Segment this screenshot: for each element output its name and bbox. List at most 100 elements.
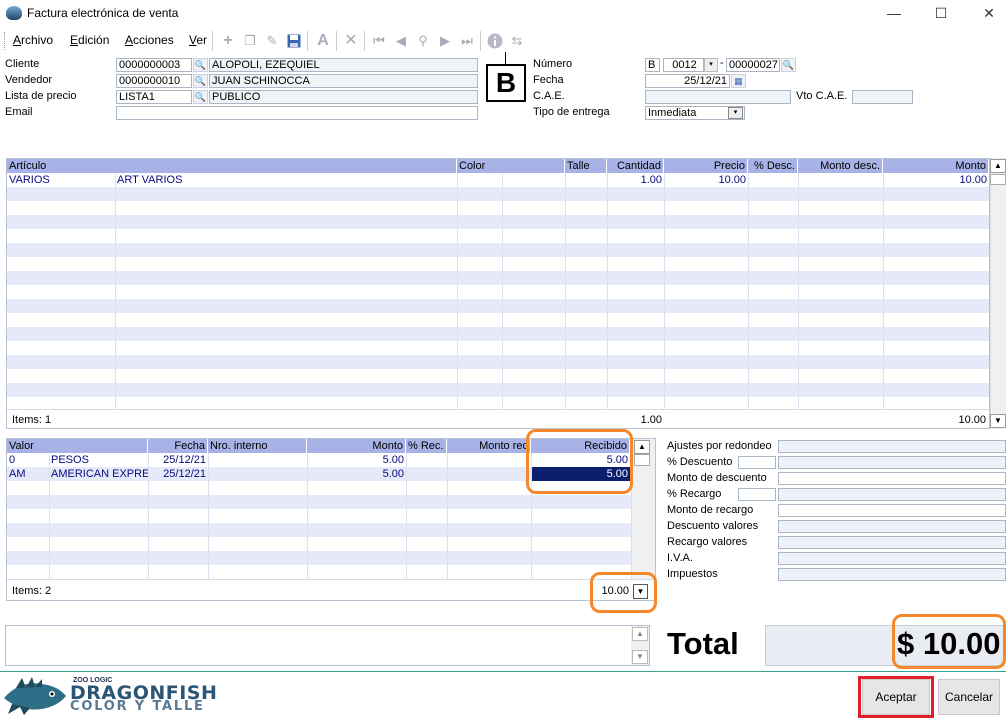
col-color[interactable]: Color: [457, 159, 565, 173]
observaciones-scroll-up-icon[interactable]: ▲: [632, 627, 648, 641]
menu-archivo[interactable]: Archivo: [13, 33, 53, 47]
values-scroll-thumb[interactable]: [634, 454, 650, 466]
cell-valor-nombre[interactable]: PESOS: [49, 453, 148, 467]
cell-fecha[interactable]: 25/12/21: [148, 467, 208, 481]
cliente-code-field[interactable]: 0000000003: [116, 58, 192, 72]
empty-row[interactable]: [7, 565, 631, 579]
empty-row[interactable]: [7, 537, 631, 551]
fecha-field[interactable]: 25/12/21: [645, 74, 730, 88]
monto-recargo-field[interactable]: [778, 504, 1006, 517]
last-icon[interactable]: ⏭: [457, 31, 477, 51]
empty-row[interactable]: [7, 285, 989, 299]
empty-row[interactable]: [7, 201, 989, 215]
maximize-button[interactable]: ☐: [918, 0, 964, 28]
cancelar-button[interactable]: Cancelar: [938, 679, 1000, 715]
scroll-down-icon[interactable]: ▼: [990, 414, 1006, 428]
col-precio[interactable]: Precio: [664, 159, 748, 173]
prev-icon[interactable]: ◀: [391, 31, 411, 51]
punto-venta-dropdown-icon[interactable]: ▾: [704, 58, 718, 72]
info-icon[interactable]: [485, 31, 505, 51]
cliente-lookup-icon[interactable]: 🔍: [193, 58, 208, 72]
copy-icon[interactable]: ❐: [240, 31, 260, 51]
next-icon[interactable]: ▶: [435, 31, 455, 51]
first-icon[interactable]: ⏮: [369, 31, 389, 51]
minimize-button[interactable]: —: [871, 0, 917, 28]
col-rec[interactable]: % Rec.: [406, 439, 447, 453]
values-scroll-up-icon[interactable]: ▲: [634, 440, 650, 454]
save-icon[interactable]: [284, 31, 304, 51]
empty-row[interactable]: [7, 257, 989, 271]
search-icon[interactable]: ⚲: [413, 31, 433, 51]
monto-descuento-field[interactable]: [778, 472, 1006, 485]
empty-row[interactable]: [7, 229, 989, 243]
punto-venta-field[interactable]: 0012: [663, 58, 704, 72]
empty-row[interactable]: [7, 243, 989, 257]
cell-valor-nombre[interactable]: AMERICAN EXPRESS: [49, 467, 148, 481]
cell-cantidad[interactable]: 1.00: [607, 173, 664, 187]
menu-edicion[interactable]: Edición: [70, 33, 109, 47]
calendar-icon[interactable]: ▦: [731, 74, 746, 88]
cell-fecha[interactable]: 25/12/21: [148, 453, 208, 467]
empty-row[interactable]: [7, 187, 989, 201]
articles-scrollbar[interactable]: [990, 158, 1006, 429]
cell-articulo-descripcion[interactable]: ART VARIOS: [115, 173, 457, 187]
email-field[interactable]: [116, 106, 478, 120]
recargo-pct-field[interactable]: [738, 488, 776, 501]
col-desc[interactable]: % Desc.: [748, 159, 798, 173]
lista-lookup-icon[interactable]: 🔍: [193, 90, 208, 104]
empty-row[interactable]: [7, 551, 631, 565]
cell-valor-codigo[interactable]: 0: [7, 453, 49, 467]
menu-ver[interactable]: Ver: [189, 33, 207, 47]
empty-row[interactable]: [7, 327, 989, 341]
empty-row[interactable]: [7, 495, 631, 509]
empty-row[interactable]: [7, 341, 989, 355]
articles-grid[interactable]: Artículo Color Talle Cantidad Precio % D…: [6, 158, 990, 429]
edit-icon[interactable]: ✎: [262, 31, 282, 51]
empty-row[interactable]: [7, 369, 989, 383]
empty-row[interactable]: [7, 313, 989, 327]
col-monto-rec[interactable]: Monto rec: [447, 439, 531, 453]
lista-precio-code-field[interactable]: LISTA1: [116, 90, 192, 104]
observaciones-textarea[interactable]: [5, 625, 650, 666]
col-monto-valor[interactable]: Monto: [307, 439, 406, 453]
empty-row[interactable]: [7, 355, 989, 369]
col-cantidad[interactable]: Cantidad: [607, 159, 664, 173]
empty-row[interactable]: [7, 509, 631, 523]
col-monto-desc[interactable]: Monto desc.: [798, 159, 883, 173]
cell-precio[interactable]: 10.00: [664, 173, 748, 187]
descuento-pct-field[interactable]: [738, 456, 776, 469]
empty-row[interactable]: [7, 397, 989, 409]
empty-row[interactable]: [7, 383, 989, 397]
empty-row[interactable]: [7, 215, 989, 229]
articles-body[interactable]: VARIOS ART VARIOS 1.00 10.00 10.00: [7, 173, 989, 409]
numero-lookup-icon[interactable]: 🔍: [781, 58, 796, 72]
empty-row[interactable]: [7, 523, 631, 537]
refresh-icon[interactable]: ⇆: [507, 31, 527, 51]
col-fecha[interactable]: Fecha: [148, 439, 208, 453]
col-nro-interno[interactable]: Nro. interno: [208, 439, 307, 453]
col-articulo[interactable]: Artículo: [7, 159, 457, 173]
cell-articulo-codigo[interactable]: VARIOS: [7, 173, 115, 187]
empty-row[interactable]: [7, 299, 989, 313]
close-button[interactable]: ✕: [966, 0, 1006, 28]
delete-icon[interactable]: ✕: [341, 31, 361, 51]
cell-valor-codigo[interactable]: AM: [7, 467, 49, 481]
menu-acciones[interactable]: Acciones: [125, 33, 174, 47]
col-talle[interactable]: Talle: [565, 159, 607, 173]
add-icon[interactable]: +: [218, 31, 238, 51]
cell-monto[interactable]: 5.00: [307, 453, 406, 467]
col-valor[interactable]: Valor: [7, 439, 148, 453]
scroll-up-icon[interactable]: ▲: [990, 159, 1006, 173]
numero-field[interactable]: 00000027: [726, 58, 780, 72]
cell-monto[interactable]: 5.00: [307, 467, 406, 481]
vendedor-lookup-icon[interactable]: 🔍: [193, 74, 208, 88]
observaciones-scroll-down-icon[interactable]: ▼: [632, 650, 648, 664]
empty-row[interactable]: [7, 271, 989, 285]
col-monto[interactable]: Monto: [883, 159, 989, 173]
articles-scroll-thumb[interactable]: [990, 174, 1006, 185]
vendedor-code-field[interactable]: 0000000010: [116, 74, 192, 88]
font-icon[interactable]: A: [313, 31, 333, 51]
table-row[interactable]: VARIOS ART VARIOS 1.00 10.00 10.00: [7, 173, 989, 187]
tipo-entrega-dropdown-icon[interactable]: ▾: [728, 107, 743, 119]
cell-monto[interactable]: 10.00: [883, 173, 989, 187]
